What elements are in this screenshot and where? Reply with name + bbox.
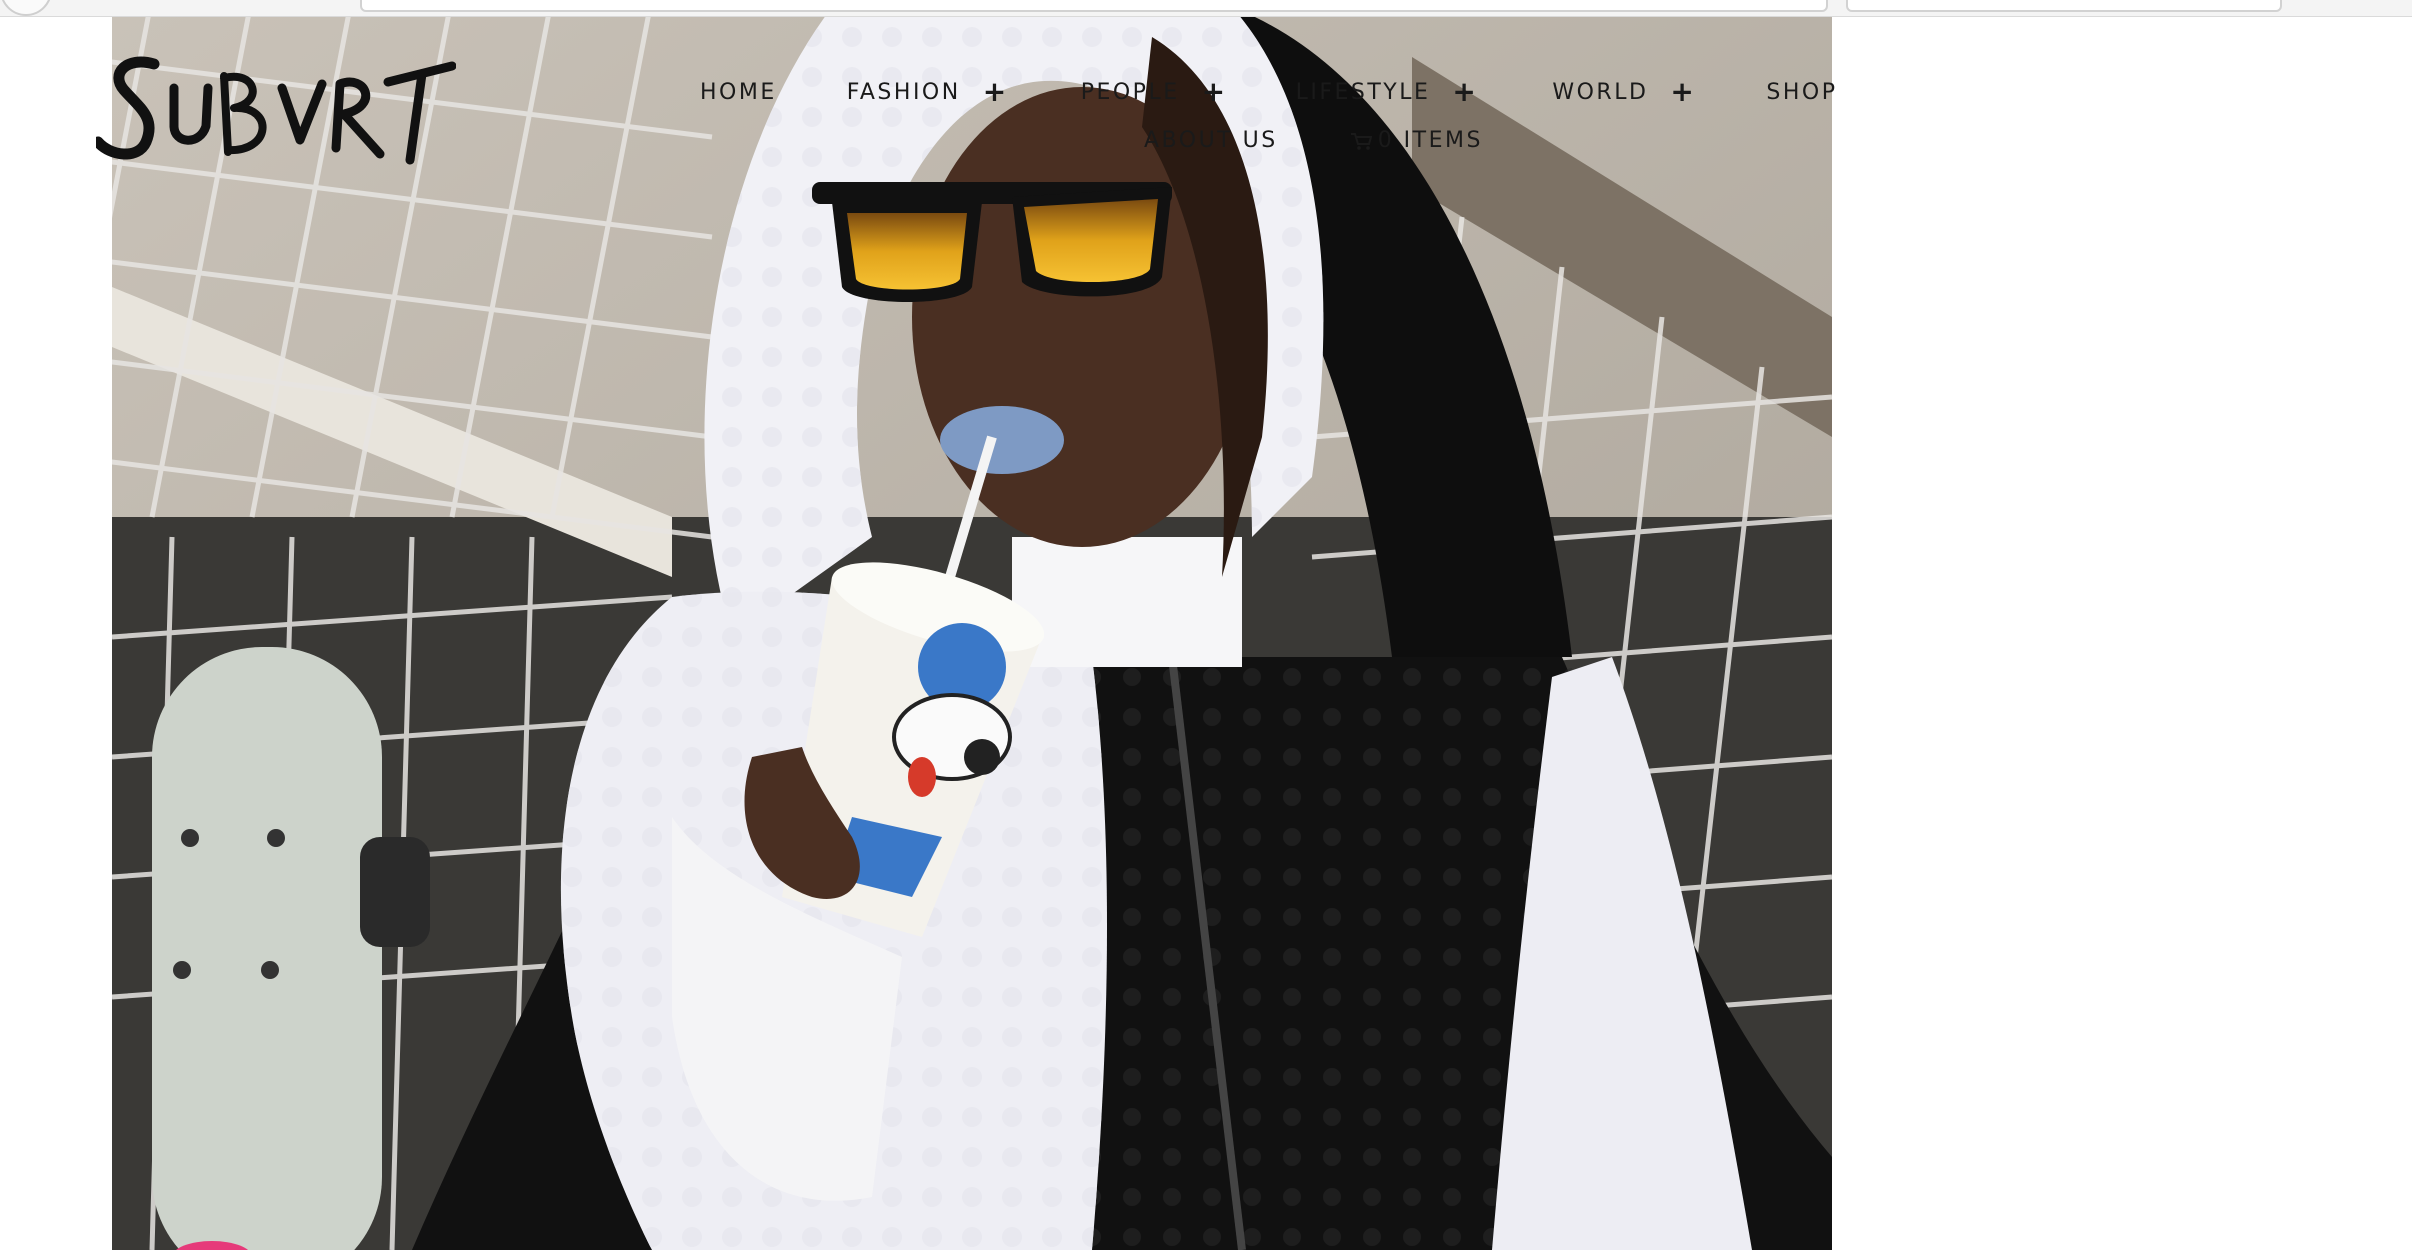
nav-item-label: WORLD [1552, 79, 1649, 105]
browser-search-bar[interactable] [1846, 0, 2282, 12]
logo-icon [92, 56, 457, 165]
expand-plus-icon[interactable]: + [1202, 78, 1228, 106]
nav-item-people[interactable]: PEOPLE + [1081, 78, 1228, 106]
browser-nav-button[interactable] [0, 0, 52, 16]
main-navigation: HOME FASHION + PEOPLE + LIFESTYLE + WORL… [700, 76, 1835, 156]
nav-item-lifestyle[interactable]: LIFESTYLE + [1296, 78, 1479, 106]
cart-icon [1350, 131, 1373, 150]
nav-item-shop[interactable]: SHOP [1766, 80, 1837, 105]
hero-photo [112, 17, 1832, 1250]
expand-plus-icon[interactable]: + [983, 78, 1009, 106]
nav-row-primary: HOME FASHION + PEOPLE + LIFESTYLE + WORL… [700, 76, 1835, 108]
expand-plus-icon[interactable]: + [1452, 78, 1478, 106]
nav-item-label: HOME [700, 79, 777, 105]
browser-toolbar [0, 0, 2412, 17]
nav-row-secondary: ABOUT US 0 ITEMS [700, 124, 1832, 156]
nav-item-world[interactable]: WORLD + [1552, 78, 1696, 106]
nav-item-home[interactable]: HOME [700, 80, 777, 105]
nav-item-label: LIFESTYLE [1295, 79, 1431, 105]
cart-count-label: 0 ITEMS [1377, 127, 1483, 153]
nav-item-about-us[interactable]: ABOUT US [1144, 128, 1278, 153]
subvrt-logo[interactable] [92, 52, 457, 172]
expand-plus-icon[interactable]: + [1670, 78, 1696, 106]
nav-item-fashion[interactable]: FASHION + [847, 78, 1009, 106]
nav-item-label: ABOUT US [1144, 127, 1278, 153]
nav-item-label: FASHION [846, 79, 961, 105]
browser-address-bar[interactable] [360, 0, 1828, 12]
cart-link[interactable]: 0 ITEMS [1350, 128, 1483, 153]
nav-item-label: PEOPLE [1080, 79, 1180, 105]
nav-item-label: SHOP [1766, 79, 1838, 105]
